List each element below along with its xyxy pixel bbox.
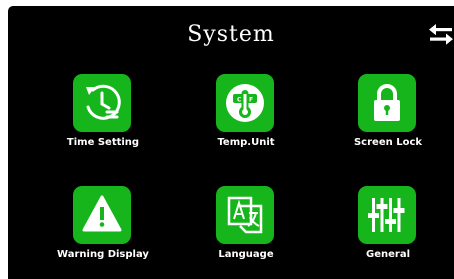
general-label: General xyxy=(366,249,410,260)
screen-lock-tile[interactable]: Screen Lock xyxy=(328,74,448,164)
svg-text:F: F xyxy=(249,97,253,104)
back-arrows-icon xyxy=(429,24,453,45)
warning-display-tile[interactable]: Warning Display xyxy=(43,186,163,276)
screen-lock-label: Screen Lock xyxy=(353,137,423,148)
sliders-icon xyxy=(368,198,405,232)
temp-unit-label: Temp.Unit xyxy=(217,137,275,148)
screen-lock-button[interactable] xyxy=(358,74,416,132)
general-button[interactable] xyxy=(358,186,416,244)
general-tile[interactable]: General xyxy=(328,186,448,276)
translate-icon xyxy=(227,196,263,234)
clock-history-icon xyxy=(86,84,121,120)
time-setting-tile[interactable]: Time Setting xyxy=(43,74,163,164)
page-title: System xyxy=(187,22,275,47)
thermometer-icon: C F xyxy=(226,84,264,122)
warning-icon xyxy=(82,195,122,232)
warning-display-label: Warning Display xyxy=(57,249,149,260)
padlock-icon xyxy=(374,84,400,121)
language-label: Language xyxy=(218,249,274,260)
back-button[interactable] xyxy=(428,22,454,48)
time-setting-button[interactable] xyxy=(73,74,131,132)
time-setting-label: Time Setting xyxy=(66,137,140,148)
language-button[interactable] xyxy=(216,186,274,244)
warning-display-button[interactable] xyxy=(73,186,131,244)
system-screen: System Time Setting C F Temp.Unit Screen… xyxy=(8,6,454,279)
language-tile[interactable]: Language xyxy=(186,186,306,276)
temp-unit-button[interactable]: C F xyxy=(216,74,274,132)
svg-text:C: C xyxy=(237,97,242,104)
temp-unit-tile[interactable]: C F Temp.Unit xyxy=(186,74,306,164)
